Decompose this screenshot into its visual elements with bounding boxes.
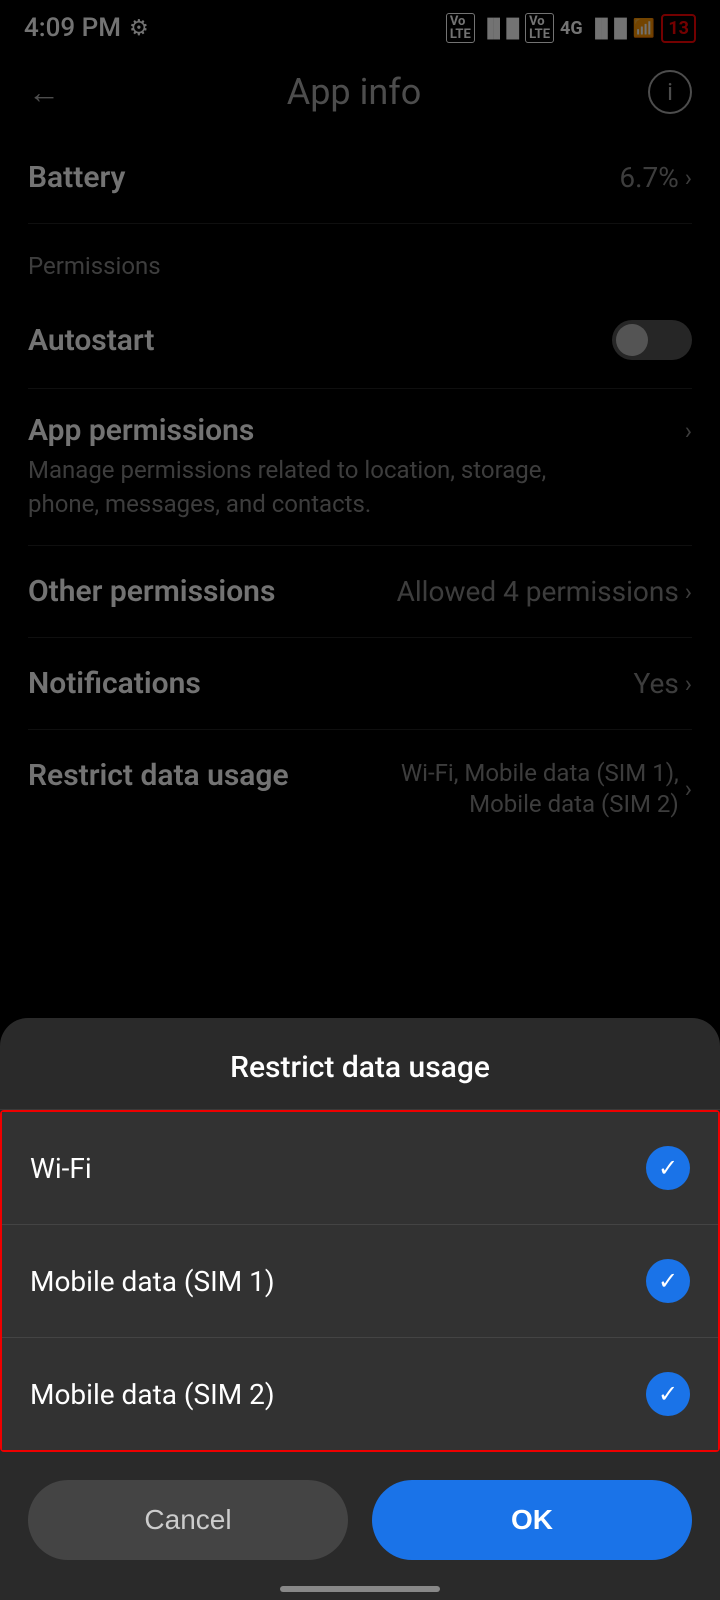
option-sim2-label: Mobile data (SIM 2) — [30, 1378, 275, 1411]
option-sim1[interactable]: Mobile data (SIM 1) ✓ — [2, 1225, 718, 1338]
option-sim1-label: Mobile data (SIM 1) — [30, 1265, 275, 1298]
home-indicator — [280, 1586, 440, 1592]
options-list: Wi-Fi ✓ Mobile data (SIM 1) ✓ Mobile dat… — [0, 1110, 720, 1452]
sim1-check-icon: ✓ — [658, 1267, 678, 1295]
cancel-button[interactable]: Cancel — [28, 1480, 348, 1560]
option-sim2[interactable]: Mobile data (SIM 2) ✓ — [2, 1338, 718, 1450]
sim1-checkbox[interactable]: ✓ — [646, 1259, 690, 1303]
bottom-sheet: Restrict data usage Wi-Fi ✓ Mobile data … — [0, 1018, 720, 1600]
ok-button[interactable]: OK — [372, 1480, 692, 1560]
dialog-buttons: Cancel OK — [0, 1452, 720, 1560]
wifi-checkbox[interactable]: ✓ — [646, 1146, 690, 1190]
option-wifi-label: Wi-Fi — [30, 1152, 92, 1185]
sim2-checkbox[interactable]: ✓ — [646, 1372, 690, 1416]
bottom-sheet-title: Restrict data usage — [0, 1018, 720, 1110]
wifi-check-icon: ✓ — [658, 1154, 678, 1182]
sim2-check-icon: ✓ — [658, 1380, 678, 1408]
option-wifi[interactable]: Wi-Fi ✓ — [2, 1112, 718, 1225]
